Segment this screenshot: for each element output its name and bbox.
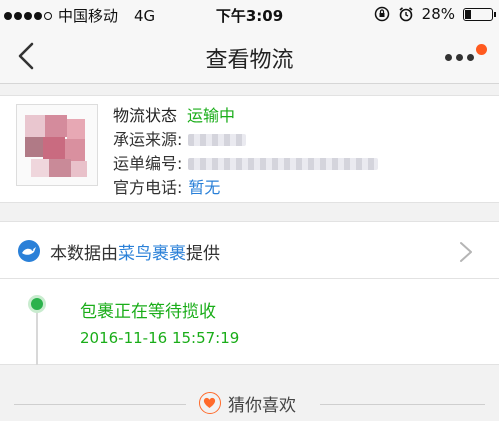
tracking-row: 运单编号:: [113, 152, 379, 176]
timeline-time: 2016-11-16 15:57:19: [80, 329, 240, 347]
page-title: 查看物流: [205, 48, 294, 73]
provider-text: 本数据由菜鸟裹裹提供: [50, 239, 220, 264]
status-bar: 中国移动 4G 下午3:09 28%: [0, 0, 499, 28]
tracking-label: 运单编号:: [113, 154, 183, 173]
carrier-label: 承运来源:: [113, 130, 183, 149]
provider-brand: 菜鸟裹裹: [118, 244, 186, 264]
carrier-value-redacted: [188, 134, 247, 146]
alarm-icon: [399, 7, 413, 22]
rotation-lock-icon: [374, 6, 389, 22]
phone-value[interactable]: 暂无: [188, 176, 220, 200]
carrier-row: 承运来源:: [113, 128, 378, 152]
notification-dot: [476, 44, 487, 55]
phone-row: 官方电话: 暂无: [113, 176, 378, 200]
status-value: 运输中: [187, 106, 236, 125]
data-provider-row[interactable]: 本数据由菜鸟裹裹提供: [0, 221, 499, 279]
cainiao-bird-icon: [18, 240, 40, 262]
tracking-timeline: 包裹正在等待揽收 2016-11-16 15:57:19: [0, 279, 499, 365]
timeline-current-dot: [28, 295, 46, 313]
battery-icon: [463, 7, 496, 21]
provider-prefix: 本数据由: [50, 244, 118, 264]
chevron-right-icon: [460, 242, 472, 262]
divider-left: [14, 404, 186, 405]
tracking-number-redacted: [188, 158, 379, 170]
more-button[interactable]: [445, 44, 487, 68]
more-icon: [445, 54, 474, 61]
status-indicators: 28%: [374, 5, 496, 23]
guess-you-like-section: 猜你喜欢: [0, 387, 499, 421]
navigation-bar: 查看物流: [0, 28, 499, 84]
product-thumbnail[interactable]: [16, 104, 98, 186]
battery-level: [465, 9, 471, 19]
timeline-status: 包裹正在等待揽收: [80, 302, 216, 322]
guess-you-like-label: 猜你喜欢: [228, 396, 296, 416]
logistics-info-card: 物流状态 运输中 承运来源: 运单编号: 官方电话: 暂无: [0, 95, 499, 203]
logistics-details: 物流状态 运输中 承运来源: 运单编号: 官方电话: 暂无: [113, 104, 379, 200]
phone-label: 官方电话:: [113, 178, 183, 197]
status-row: 物流状态 运输中: [113, 104, 378, 128]
battery-percent: 28%: [421, 5, 455, 23]
status-label: 物流状态: [113, 106, 178, 125]
heart-icon: [199, 392, 221, 414]
provider-suffix: 提供: [186, 244, 220, 264]
divider-right: [320, 404, 485, 405]
